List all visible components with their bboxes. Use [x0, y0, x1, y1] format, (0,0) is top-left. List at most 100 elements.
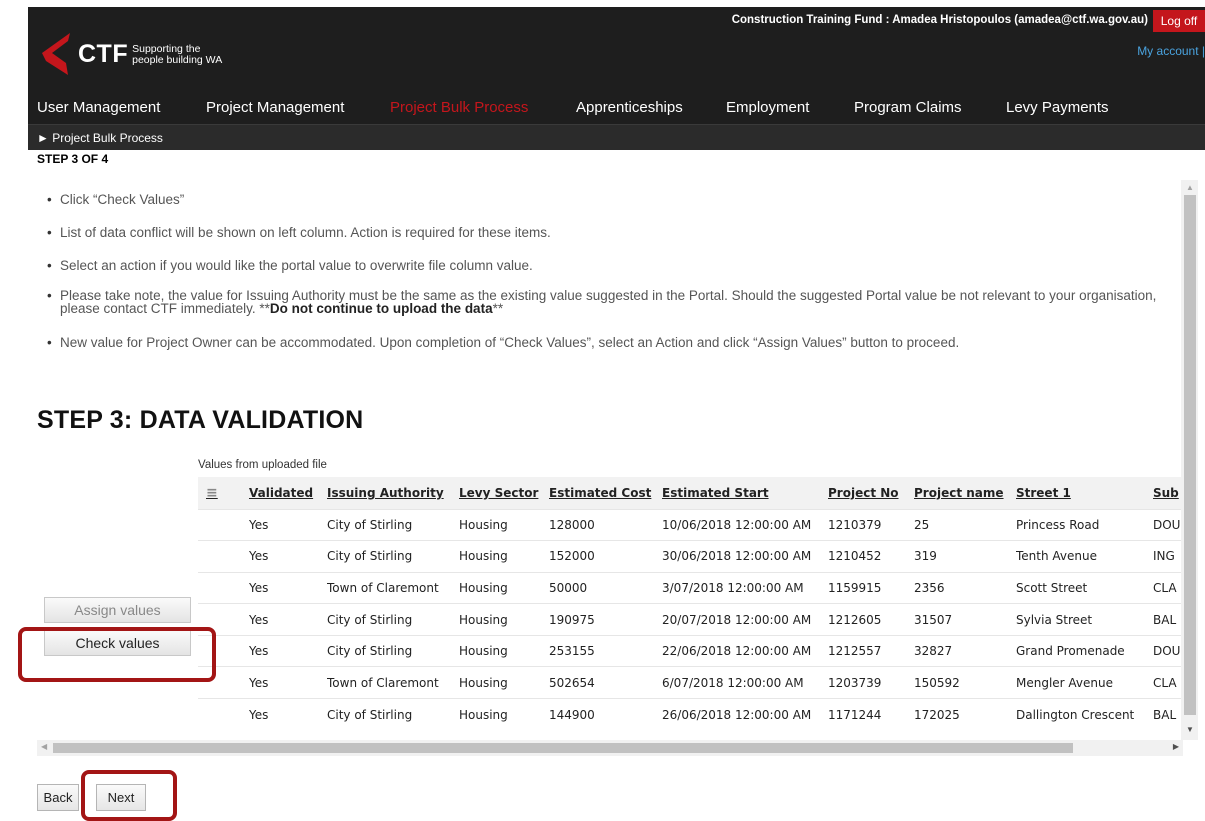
back-button[interactable]: Back [37, 784, 79, 811]
column-menu[interactable]: ≡ [198, 477, 249, 509]
scroll-right-icon[interactable]: ▶ [1173, 742, 1179, 751]
table-cell: 50000 [549, 571, 662, 604]
data-grid: ≡ Validated Issuing Authority Levy Secto… [198, 477, 1181, 733]
table-cell: DOU [1153, 634, 1181, 667]
vertical-scrollbar[interactable]: ▲ ▼ [1181, 180, 1198, 740]
column-header[interactable]: Validated [249, 477, 327, 509]
table-cell: 6/07/2018 12:00:00 AM [662, 666, 828, 699]
instruction-item: Select an action if you would like the p… [47, 258, 533, 273]
instruction-item: Click “Check Values” [47, 192, 184, 207]
table-cell: Tenth Avenue [1016, 540, 1153, 573]
nav-project-bulk-process[interactable]: Project Bulk Process [390, 99, 528, 116]
table-row[interactable]: Yes City of Stirling Housing 128000 10/06/20… [198, 508, 1181, 541]
table-cell: CLA [1153, 571, 1181, 604]
table-cell: Mengler Avenue [1016, 666, 1153, 699]
table-cell: 1210379 [828, 508, 914, 541]
table-cell: Scott Street [1016, 571, 1153, 604]
table-cell: Yes [249, 603, 327, 636]
table-cell: Yes [249, 666, 327, 699]
horizontal-scroll-thumb[interactable] [53, 743, 1073, 753]
instruction-item: List of data conflict will be shown on l… [47, 225, 551, 240]
row-spacer [198, 508, 249, 541]
user-info: Construction Training Fund : Amadea Hris… [731, 14, 1148, 26]
table-cell: City of Stirling [327, 508, 459, 541]
nav-user-management[interactable]: User Management [37, 99, 160, 116]
instruction-warning: Do not continue to upload the data [269, 301, 493, 316]
table-cell: 1171244 [828, 698, 914, 731]
nav-program-claims[interactable]: Program Claims [854, 99, 962, 116]
table-row[interactable]: Yes City of Stirling Housing 152000 30/06/20… [198, 540, 1181, 573]
table-cell: 1212605 [828, 603, 914, 636]
row-spacer [198, 698, 249, 731]
table-cell: 10/06/2018 12:00:00 AM [662, 508, 828, 541]
table-cell: 152000 [549, 540, 662, 573]
table-cell: Yes [249, 698, 327, 731]
column-header[interactable]: Project No [828, 477, 914, 509]
ctf-logo[interactable]: CTF Supporting the people building WA [36, 29, 222, 79]
table-cell: 1212557 [828, 634, 914, 667]
table-cell: Housing [459, 698, 549, 731]
column-header[interactable]: Estimated Cost [549, 477, 662, 509]
table-cell: 22/06/2018 12:00:00 AM [662, 634, 828, 667]
table-cell: BAL [1153, 603, 1181, 636]
table-cell: ING [1153, 540, 1181, 573]
scroll-down-icon[interactable]: ▼ [1186, 725, 1194, 734]
table-cell: 32827 [914, 634, 1016, 667]
instruction-text-end: ** [492, 301, 504, 316]
instruction-item: Please take note, the value for Issuing … [47, 288, 1160, 316]
row-spacer [198, 540, 249, 573]
table-row[interactable]: Yes City of Stirling Housing 144900 26/06/20… [198, 698, 1181, 731]
scroll-left-icon[interactable]: ◀ [41, 742, 47, 751]
nav-project-management[interactable]: Project Management [206, 99, 344, 116]
instruction-text: Please take note, the value for Issuing … [60, 288, 1157, 316]
table-cell: Housing [459, 571, 549, 604]
table-cell: 25 [914, 508, 1016, 541]
grid-header-row: ≡ Validated Issuing Authority Levy Secto… [198, 477, 1181, 509]
table-cell: Grand Promenade [1016, 634, 1153, 667]
column-header[interactable]: Street 1 [1016, 477, 1153, 509]
table-cell: 502654 [549, 666, 662, 699]
grid-caption: Values from uploaded file [198, 459, 327, 471]
table-cell: Yes [249, 540, 327, 573]
horizontal-scrollbar[interactable]: ◀ ▶ [37, 740, 1183, 756]
table-cell: Housing [459, 508, 549, 541]
table-cell: 1210452 [828, 540, 914, 573]
column-header[interactable]: Issuing Authority [327, 477, 459, 509]
table-cell: City of Stirling [327, 634, 459, 667]
column-header[interactable]: Sub [1153, 477, 1181, 509]
nav-employment[interactable]: Employment [726, 99, 809, 116]
table-row[interactable]: Yes City of Stirling Housing 190975 20/07/20… [198, 603, 1181, 636]
table-cell: 253155 [549, 634, 662, 667]
app-header: CTF Supporting the people building WA Co… [28, 7, 1205, 150]
table-cell: 319 [914, 540, 1016, 573]
logoff-button[interactable]: Log off [1153, 10, 1205, 32]
table-cell: Yes [249, 571, 327, 604]
logo-text: CTF [78, 39, 129, 68]
step-indicator: STEP 3 OF 4 [37, 152, 109, 166]
vertical-scroll-thumb[interactable] [1184, 195, 1196, 715]
table-row[interactable]: Yes Town of Claremont Housing 502654 6/07/20… [198, 666, 1181, 699]
assign-values-button[interactable]: Assign values [44, 597, 191, 623]
column-header[interactable]: Project name [914, 477, 1016, 509]
table-cell: 26/06/2018 12:00:00 AM [662, 698, 828, 731]
table-cell: Yes [249, 508, 327, 541]
table-cell: Yes [249, 634, 327, 667]
breadcrumb-bar: ► Project Bulk Process [28, 124, 1205, 150]
column-menu-icon[interactable]: ≡ [198, 485, 249, 501]
table-cell: 172025 [914, 698, 1016, 731]
nav-apprenticeships[interactable]: Apprenticeships [576, 99, 683, 116]
my-account-link[interactable]: My account | [1137, 44, 1205, 58]
table-cell: 20/07/2018 12:00:00 AM [662, 603, 828, 636]
next-highlight [81, 770, 177, 821]
breadcrumb[interactable]: ► Project Bulk Process [37, 131, 163, 145]
table-row[interactable]: Yes Town of Claremont Housing 50000 3/07/201… [198, 571, 1181, 604]
column-header[interactable]: Estimated Start [662, 477, 828, 509]
table-cell: Dallington Crescent [1016, 698, 1153, 731]
scroll-up-icon[interactable]: ▲ [1186, 183, 1194, 192]
table-cell: Town of Claremont [327, 666, 459, 699]
table-cell: Housing [459, 634, 549, 667]
column-header[interactable]: Levy Sector [459, 477, 549, 509]
nav-levy-payments[interactable]: Levy Payments [1006, 99, 1109, 116]
table-cell: 1159915 [828, 571, 914, 604]
table-row[interactable]: Yes City of Stirling Housing 253155 22/06/20… [198, 634, 1181, 667]
